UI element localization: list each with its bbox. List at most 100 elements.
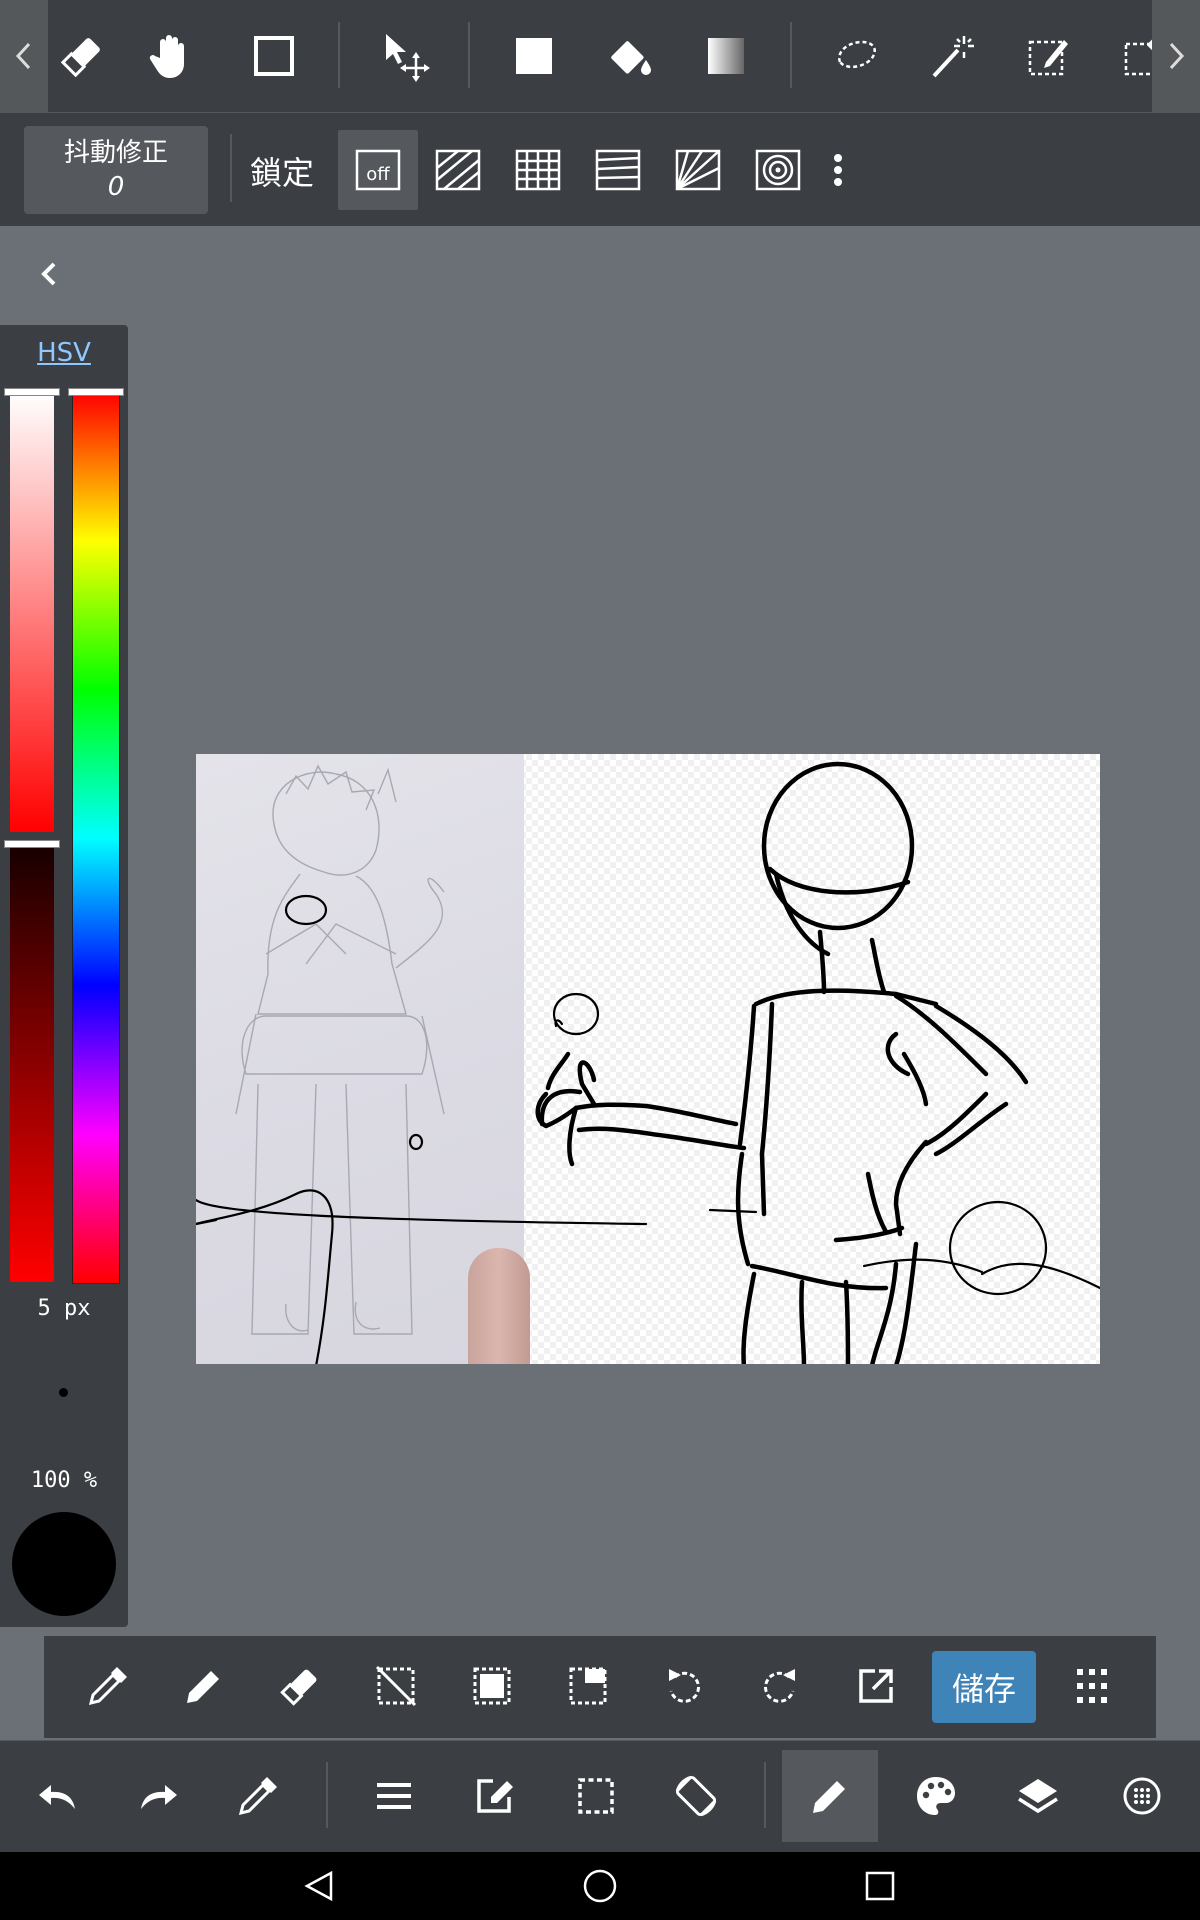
rotate-right-button[interactable] [742, 1648, 818, 1724]
hue-slider[interactable] [72, 392, 120, 1284]
hand-tool-button[interactable] [134, 18, 210, 94]
grid-icon [515, 149, 561, 191]
toolbar-divider [338, 22, 340, 88]
brush-size-preview [59, 1388, 68, 1397]
deselect-button[interactable] [358, 1648, 434, 1724]
rotate-cw-icon [764, 1669, 795, 1703]
selection-button[interactable] [548, 1750, 644, 1842]
undo-icon [39, 1785, 75, 1809]
chevron-right-icon [1169, 42, 1185, 70]
grid-dots-icon [1077, 1669, 1107, 1703]
lasso-select-tool-button[interactable] [818, 18, 894, 94]
pencil-icon [187, 1671, 219, 1703]
back-nav-button[interactable] [300, 1866, 340, 1906]
eraser-icon [60, 38, 100, 78]
value-slider-handle[interactable] [4, 840, 60, 848]
eraser-tool-button[interactable] [44, 18, 120, 94]
eyedropper-icon [88, 1667, 127, 1706]
snap-off-text: off [366, 164, 390, 185]
hue-slider-handle[interactable] [68, 388, 124, 396]
more-actions-button[interactable] [1054, 1648, 1130, 1724]
snap-radial-button[interactable] [658, 130, 738, 210]
menu-button[interactable] [346, 1750, 442, 1842]
back-triangle-icon [304, 1870, 333, 1902]
selection-pen-tool-button[interactable] [1010, 18, 1086, 94]
brush-size-label[interactable]: 5 px [0, 1296, 128, 1321]
hand-icon [149, 35, 184, 78]
bucket-fill-tool-button[interactable] [592, 18, 668, 94]
selection-pen-icon [1028, 40, 1068, 76]
recents-nav-button[interactable] [860, 1866, 900, 1906]
current-color-swatch[interactable] [12, 1512, 116, 1616]
rotate-canvas-button[interactable] [648, 1750, 744, 1842]
redo-button[interactable] [110, 1750, 206, 1842]
pen-action-button[interactable] [166, 1648, 242, 1724]
move-arrow-icon [386, 34, 430, 82]
hamburger-menu-icon [377, 1783, 411, 1809]
gradient-icon [708, 38, 744, 74]
toolbar-scroll-right-button[interactable] [1152, 0, 1200, 112]
snap-perspective-lines-button[interactable] [578, 130, 658, 210]
parallel-lines-icon [435, 149, 481, 191]
rectangle-tool-button[interactable] [236, 18, 312, 94]
gradient-tool-button[interactable] [688, 18, 764, 94]
drawing-canvas[interactable] [196, 754, 1100, 1364]
snap-off-button[interactable]: off [338, 130, 418, 210]
invert-selection-button[interactable] [550, 1648, 626, 1724]
eraser-icon [280, 1669, 317, 1706]
eyedropper-icon [238, 1777, 277, 1816]
stabilizer-value: 0 [107, 172, 125, 202]
filled-square-icon [516, 38, 552, 74]
external-link-icon [859, 1669, 893, 1703]
rotate-left-button[interactable] [646, 1648, 722, 1724]
magic-wand-icon [932, 36, 974, 78]
chevron-left-icon [15, 42, 31, 70]
screen-rotation-icon [675, 1775, 717, 1817]
layers-icon [1018, 1779, 1058, 1814]
fill-rectangle-tool-button[interactable] [496, 18, 572, 94]
undo-button[interactable] [10, 1750, 106, 1842]
layers-button[interactable] [990, 1750, 1086, 1842]
pencil-icon [813, 1781, 845, 1813]
select-all-button[interactable] [454, 1648, 530, 1724]
rotate-ccw-icon [669, 1669, 700, 1703]
select-all-icon [473, 1667, 511, 1705]
material-button[interactable] [1094, 1750, 1190, 1842]
toolbar-scroll-left-button[interactable] [0, 0, 48, 112]
home-nav-button[interactable] [580, 1866, 620, 1906]
saturation-slider-handle[interactable] [4, 388, 60, 396]
stabilizer-button[interactable]: 抖動修正 0 [24, 126, 208, 214]
snap-off-icon: off [355, 149, 401, 191]
snap-concentric-button[interactable] [738, 130, 818, 210]
saturation-value-slider[interactable] [10, 392, 54, 1282]
stabilizer-label: 抖動修正 [63, 138, 168, 168]
redo-icon [141, 1785, 177, 1809]
snap-parallel-button[interactable] [418, 130, 498, 210]
export-button[interactable] [838, 1648, 914, 1724]
perspective-lines-icon [595, 149, 641, 191]
snap-grid-button[interactable] [498, 130, 578, 210]
ink-sketch-layer [196, 761, 1100, 1364]
deselect-icon [375, 1665, 417, 1707]
brush-tool-button[interactable] [782, 1750, 878, 1842]
rectangle-outline-icon [254, 36, 294, 76]
more-vertical-icon [834, 154, 842, 186]
eraser-action-button[interactable] [262, 1648, 338, 1724]
magic-wand-tool-button[interactable] [914, 18, 990, 94]
eyedropper-button[interactable] [210, 1750, 306, 1842]
color-palette-button[interactable] [888, 1750, 984, 1842]
brush-opacity-label[interactable]: 100 % [0, 1468, 128, 1493]
toolbar-divider [230, 134, 232, 202]
invert-selection-icon [569, 1667, 607, 1705]
move-tool-button[interactable] [366, 18, 442, 94]
concentric-circles-icon [755, 149, 801, 191]
edit-button[interactable] [446, 1750, 542, 1842]
collapse-panel-chevron-icon[interactable] [30, 254, 70, 294]
snap-more-button[interactable] [818, 130, 858, 210]
eyedropper-action-button[interactable] [70, 1648, 146, 1724]
toolbar-divider [468, 22, 470, 88]
color-mode-link[interactable]: HSV [0, 338, 128, 368]
save-button[interactable]: 儲存 [932, 1651, 1036, 1723]
snap-lock-label: 鎖定 [250, 154, 315, 192]
recents-square-icon [865, 1871, 895, 1901]
